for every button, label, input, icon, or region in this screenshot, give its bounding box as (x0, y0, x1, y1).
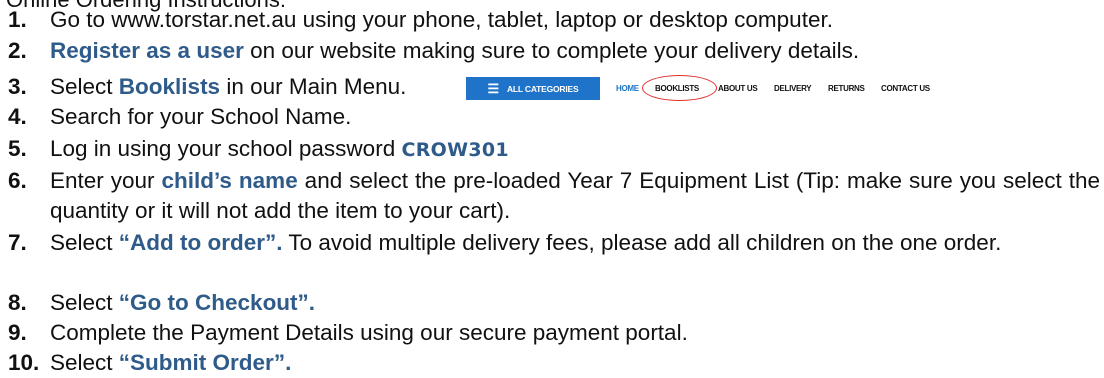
step-4: 4. Search for your School Name. (8, 102, 1100, 132)
step-text: Go to www.torstar.net.au using your phon… (50, 7, 833, 32)
main-menu-illustration: ☰ ALL CATEGORIES HOME BOOKLISTS ABOUT US… (466, 75, 946, 101)
go-to-checkout-highlight: “Go to Checkout”. (118, 290, 316, 315)
step-number: 3. (8, 74, 27, 99)
step-text: Search for your School Name. (50, 104, 352, 129)
menu-link-returns: RETURNS (828, 84, 865, 93)
step-number: 8. (8, 290, 27, 315)
menu-link-delivery: DELIVERY (774, 84, 812, 93)
step-text-pre: Select (50, 230, 119, 255)
submit-order-highlight: “Submit Order”. (118, 350, 292, 375)
menu-link-home: HOME (616, 84, 639, 93)
step-number: 7. (8, 230, 27, 255)
step-text-pre: Select (50, 74, 119, 99)
all-categories-label: ALL CATEGORIES (506, 83, 579, 94)
step-text-pre: Select (50, 350, 119, 375)
step-text-pre: Select (50, 290, 119, 315)
step-text-pre: Log in using your school password (50, 136, 402, 161)
step-text-block: Select “Add to order”. To avoid multiple… (50, 228, 1100, 258)
menu-link-about-us: ABOUT US (718, 84, 758, 93)
step-8: 8. Select “Go to Checkout”. (8, 288, 1100, 318)
step-text-block: Enter your child’s name and select the p… (50, 166, 1100, 226)
highlight-circle (642, 75, 717, 101)
step-text-pre: Enter your (50, 168, 162, 193)
child-name-highlight: child’s name (161, 168, 298, 193)
step-6: 6. Enter your child’s name and select th… (8, 166, 1100, 226)
step-number: 5. (8, 136, 27, 161)
step-7: 7. Select “Add to order”. To avoid multi… (8, 228, 1100, 288)
step-text: on our website making sure to complete y… (243, 38, 860, 63)
booklists-highlight: Booklists (118, 74, 221, 99)
step-5: 5. Log in using your school password CROW… (8, 134, 1100, 165)
add-to-order-highlight: “Add to order”. (118, 230, 283, 255)
step-number: 9. (8, 320, 27, 345)
step-text: Complete the Payment Details using our s… (50, 320, 688, 345)
step-number: 1. (8, 7, 27, 32)
step-1: 1. Go to www.torstar.net.au using your ph… (8, 5, 1100, 35)
step-text-post: To avoid multiple delivery fees, please … (282, 230, 1002, 255)
step-2: 2. Register as a user on our website maki… (8, 36, 1100, 66)
step-number: 2. (8, 38, 27, 63)
register-highlight: Register as a user (50, 38, 244, 63)
step-number: 6. (8, 168, 27, 193)
school-password: CROW301 (401, 139, 509, 161)
all-categories-button: ☰ ALL CATEGORIES (466, 77, 600, 100)
menu-link-contact-us: CONTACT US (881, 84, 930, 93)
step-number: 4. (8, 104, 27, 129)
step-9: 9. Complete the Payment Details using our… (8, 318, 1100, 348)
menu-bars-icon: ☰ (487, 81, 500, 96)
step-text-post: in our Main Menu. (220, 74, 407, 99)
